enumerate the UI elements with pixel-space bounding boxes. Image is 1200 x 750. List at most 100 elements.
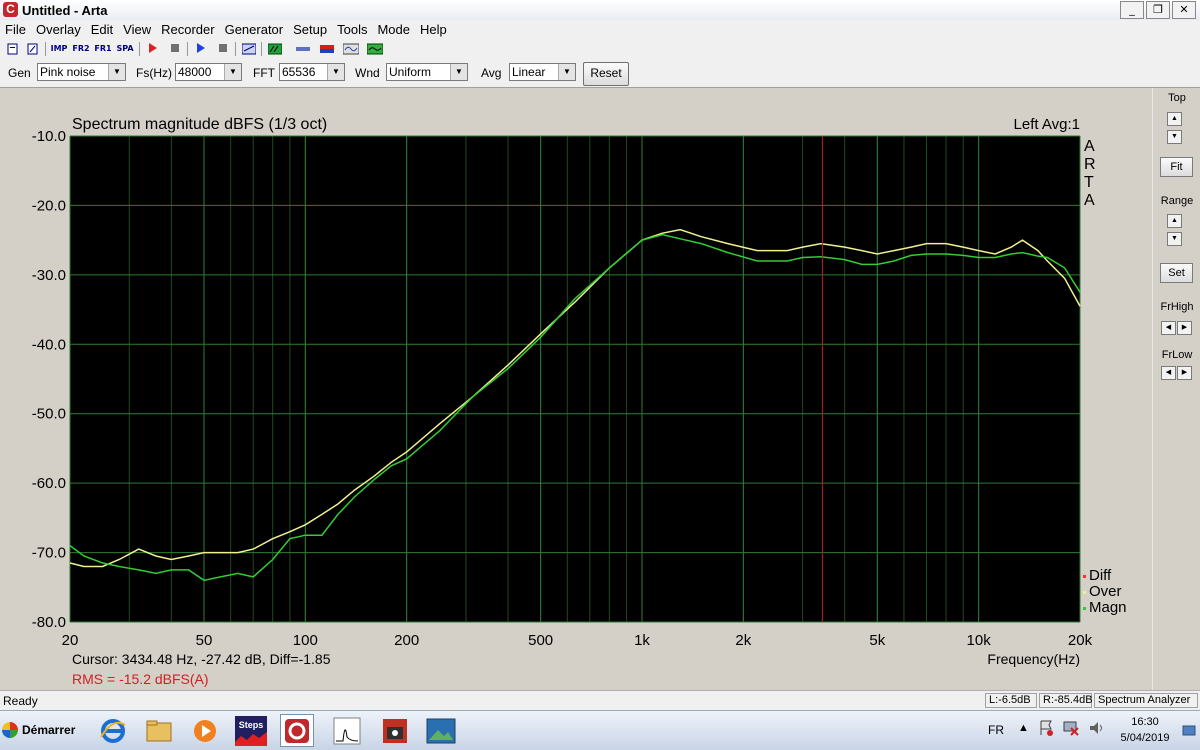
- connector-icon[interactable]: [294, 41, 312, 57]
- gen-select[interactable]: Pink noise ▼: [37, 63, 126, 81]
- mode-imp-button[interactable]: IMP: [50, 41, 68, 57]
- media-player-icon[interactable]: [188, 714, 222, 747]
- range-up-button[interactable]: ▲: [1167, 214, 1182, 228]
- photo-viewer-icon[interactable]: [424, 714, 458, 747]
- watermark-letter: A: [1084, 192, 1095, 209]
- menu-view[interactable]: View: [118, 20, 156, 39]
- set-button[interactable]: Set: [1160, 263, 1193, 283]
- wnd-value: Uniform: [389, 65, 432, 79]
- show-desktop-icon[interactable]: [1182, 723, 1196, 740]
- start-button[interactable]: Démarrer: [2, 717, 80, 743]
- open-file-icon[interactable]: [24, 41, 42, 57]
- x-tick-label: 5k: [869, 632, 885, 649]
- fs-select[interactable]: 48000 ▼: [175, 63, 242, 81]
- record-settings-icon[interactable]: [240, 41, 258, 57]
- language-indicator[interactable]: FR: [988, 723, 1004, 737]
- menu-help[interactable]: Help: [415, 20, 452, 39]
- fs-value: 48000: [178, 65, 212, 79]
- generator-play-icon[interactable]: [192, 41, 210, 57]
- menu-generator[interactable]: Generator: [220, 20, 289, 39]
- toolbar: IMP FR2 FR1 SPA: [0, 39, 1200, 59]
- file-explorer-icon[interactable]: [142, 714, 176, 747]
- steps-icon[interactable]: Steps: [234, 714, 268, 747]
- tray-expand-icon[interactable]: ▲: [1018, 722, 1029, 734]
- audio-recorder-icon[interactable]: [378, 714, 412, 747]
- graph-hatch-icon[interactable]: [266, 41, 284, 57]
- menu-recorder[interactable]: Recorder: [156, 20, 219, 39]
- legend-label: Over: [1089, 583, 1122, 600]
- y-tick-label: -70.0: [32, 545, 66, 562]
- frlow-left-button[interactable]: ◀: [1161, 366, 1176, 380]
- menu-tools[interactable]: Tools: [332, 20, 372, 39]
- minimize-button[interactable]: _: [1120, 1, 1144, 19]
- frlow-label: FrLow: [1161, 349, 1193, 361]
- y-tick-label: -10.0: [32, 128, 66, 145]
- frhigh-right-button[interactable]: ▶: [1177, 321, 1192, 335]
- avg-value: Linear: [512, 65, 546, 79]
- arta-app-icon[interactable]: C: [3, 2, 18, 17]
- y-tick-label: -30.0: [32, 267, 66, 284]
- chart-title: Spectrum magnitude dBFS (1/3 oct): [72, 116, 327, 133]
- network-icon[interactable]: [1062, 719, 1080, 740]
- new-file-icon[interactable]: [4, 41, 22, 57]
- top-up-button[interactable]: ▲: [1167, 112, 1182, 126]
- avg-select[interactable]: Linear ▼: [509, 63, 576, 81]
- restore-button[interactable]: ❐: [1146, 1, 1170, 19]
- cursor-readout: Cursor: 3434.48 Hz, -27.42 dB, Diff=-1.8…: [72, 651, 331, 667]
- gen-label: Gen: [8, 66, 31, 80]
- fft-label: FFT: [253, 66, 275, 80]
- reset-button[interactable]: Reset: [583, 62, 629, 86]
- x-tick-label: 1k: [634, 632, 650, 649]
- legend-label: Diff: [1089, 567, 1112, 584]
- green-wave-icon[interactable]: [366, 41, 384, 57]
- y-tick-label: -60.0: [32, 475, 66, 492]
- wnd-select[interactable]: Uniform ▼: [386, 63, 468, 81]
- impulse-app-icon[interactable]: [330, 714, 364, 747]
- close-button[interactable]: ✕: [1172, 1, 1196, 19]
- status-mode: Spectrum Analyzer: [1094, 693, 1198, 708]
- mode-fr1-button[interactable]: FR1: [94, 41, 112, 57]
- chevron-down-icon[interactable]: ▼: [450, 64, 467, 80]
- menu-file[interactable]: File: [0, 20, 31, 39]
- fit-button[interactable]: Fit: [1160, 157, 1193, 177]
- x-tick-label: 100: [293, 632, 318, 649]
- frhigh-label: FrHigh: [1160, 301, 1194, 313]
- menu-bar: File Overlay Edit View Recorder Generato…: [0, 20, 1200, 39]
- clock-time[interactable]: 16:30: [1120, 716, 1170, 728]
- steps-label: Steps: [239, 720, 264, 730]
- channel-info: Left Avg:1: [1014, 116, 1080, 133]
- menu-mode[interactable]: Mode: [372, 20, 415, 39]
- volume-icon[interactable]: [1088, 719, 1106, 740]
- menu-edit[interactable]: Edit: [86, 20, 118, 39]
- record-play-icon[interactable]: [144, 41, 162, 57]
- y-tick-label: -40.0: [32, 336, 66, 353]
- spectrum-chart[interactable]: Spectrum magnitude dBFS (1/3 oct) Left A…: [0, 88, 1152, 690]
- arta-taskbar-icon[interactable]: [280, 714, 314, 747]
- calibrate-icon[interactable]: [318, 41, 336, 57]
- mode-fr2-button[interactable]: FR2: [72, 41, 90, 57]
- action-center-icon[interactable]: [1038, 719, 1054, 740]
- chevron-down-icon[interactable]: ▼: [224, 64, 241, 80]
- frhigh-left-button[interactable]: ◀: [1161, 321, 1176, 335]
- top-down-button[interactable]: ▼: [1167, 130, 1182, 144]
- generator-stop-icon[interactable]: [214, 41, 232, 57]
- frlow-right-button[interactable]: ▶: [1177, 366, 1192, 380]
- plot-area[interactable]: [70, 136, 1080, 622]
- chevron-down-icon[interactable]: ▼: [108, 64, 125, 80]
- windows-logo-icon: [2, 722, 18, 738]
- range-down-button[interactable]: ▼: [1167, 232, 1182, 246]
- record-stop-icon[interactable]: [166, 41, 184, 57]
- wnd-label: Wnd: [355, 66, 380, 80]
- legend: DiffOverMagn: [1083, 567, 1127, 616]
- parameters-bar: Gen Pink noise ▼ Fs(Hz) 48000 ▼ FFT 6553…: [0, 59, 1200, 88]
- chevron-down-icon[interactable]: ▼: [327, 64, 344, 80]
- internet-explorer-icon[interactable]: [96, 714, 130, 747]
- menu-overlay[interactable]: Overlay: [31, 20, 86, 39]
- fft-select[interactable]: 65536 ▼: [279, 63, 345, 81]
- mode-spa-button[interactable]: SPA: [116, 41, 134, 57]
- clock-date[interactable]: 5/04/2019: [1113, 732, 1177, 744]
- chevron-down-icon[interactable]: ▼: [558, 64, 575, 80]
- menu-setup[interactable]: Setup: [288, 20, 332, 39]
- waveform-icon[interactable]: [342, 41, 360, 57]
- status-right-level: R:-85.4dB: [1039, 693, 1093, 708]
